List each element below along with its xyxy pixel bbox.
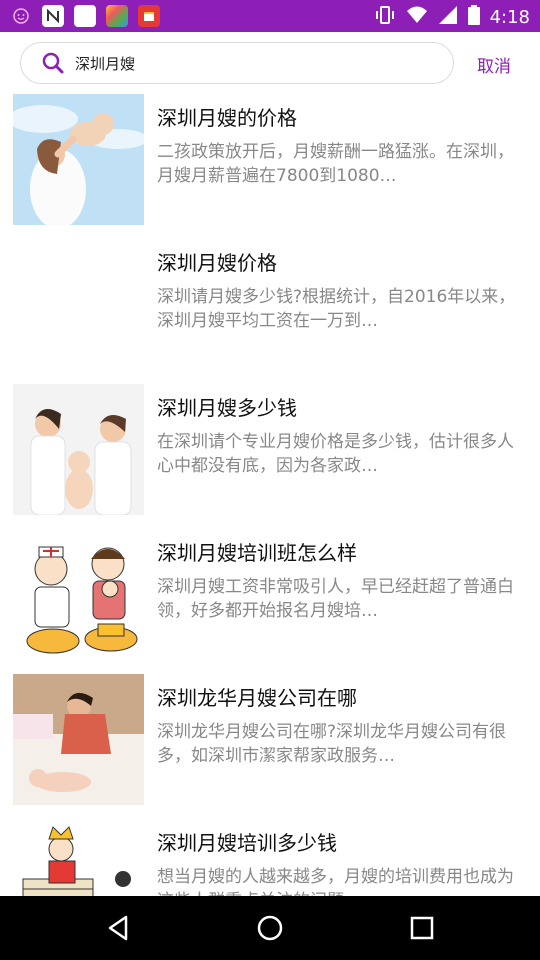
search-bar: 深圳月嫂 取消 <box>0 32 540 92</box>
result-title: 深圳月嫂的价格 <box>157 106 297 130</box>
vibrate-icon <box>374 5 396 30</box>
result-title: 深圳月嫂多少钱 <box>157 396 297 420</box>
cartoon-money-illustration <box>13 819 144 896</box>
result-desc: 二孩政策放开后，月嫂薪酬一路猛涨。在深圳，月嫂月薪普遍在7800到1080… <box>157 142 514 186</box>
status-bar: 4:18 <box>0 0 540 32</box>
app-icon <box>10 5 32 27</box>
back-icon[interactable] <box>102 912 134 944</box>
battery-icon <box>467 5 480 30</box>
signal-icon <box>438 5 458 30</box>
nanny-bed-photo <box>13 674 144 805</box>
result-desc: 想当月嫂的人越来越多，月嫂的培训费用也成为这些人群重点关注的问题… <box>157 867 514 896</box>
status-left-icons <box>10 5 160 27</box>
square-icon <box>74 5 96 27</box>
nanny-baby-photo <box>13 384 144 515</box>
cartoon-illustration <box>13 529 144 660</box>
cancel-button[interactable]: 取消 <box>477 52 511 77</box>
navigation-bar <box>0 896 540 960</box>
result-item[interactable]: 深圳月嫂培训多少钱 想当月嫂的人越来越多，月嫂的培训费用也成为这些人群重点关注的… <box>0 817 540 896</box>
result-item[interactable]: 深圳月嫂价格 深圳请月嫂多少钱?根据统计，自2016年以来，深圳月嫂平均工资在一… <box>0 237 540 382</box>
search-query[interactable]: 深圳月嫂 <box>75 53 135 74</box>
status-time: 4:18 <box>489 7 530 28</box>
result-thumb-empty <box>13 239 144 370</box>
result-title: 深圳月嫂培训多少钱 <box>157 831 337 855</box>
result-title: 深圳月嫂培训班怎么样 <box>157 541 357 565</box>
home-icon[interactable] <box>254 912 286 944</box>
status-right: 4:18 <box>374 5 530 30</box>
recents-icon[interactable] <box>406 912 438 944</box>
mother-baby-photo <box>13 94 144 225</box>
result-title: 深圳月嫂价格 <box>157 251 277 275</box>
result-desc: 深圳月嫂工资非常吸引人，早已经赶超了普通白领，好多都开始报名月嫂培… <box>157 577 514 621</box>
result-item[interactable]: 深圳龙华月嫂公司在哪 深圳龙华月嫂公司在哪?深圳龙华月嫂公司有很多，如深圳市潔家… <box>0 672 540 817</box>
search-input[interactable]: 深圳月嫂 <box>20 42 454 84</box>
result-item[interactable]: 深圳月嫂多少钱 在深圳请个专业月嫂价格是多少钱，估计很多人心中都没有底，因为各家… <box>0 382 540 527</box>
result-desc: 深圳请月嫂多少钱?根据统计，自2016年以来，深圳月嫂平均工资在一万到… <box>157 287 516 331</box>
calendar-icon <box>138 5 160 27</box>
result-desc: 在深圳请个专业月嫂价格是多少钱，估计很多人心中都没有底，因为各家政… <box>157 432 514 476</box>
result-item[interactable]: 深圳月嫂培训班怎么样 深圳月嫂工资非常吸引人，早已经赶超了普通白领，好多都开始报… <box>0 527 540 672</box>
results-list: 深圳月嫂的价格 二孩政策放开后，月嫂薪酬一路猛涨。在深圳，月嫂月薪普遍在7800… <box>0 92 540 896</box>
result-desc: 深圳龙华月嫂公司在哪?深圳龙华月嫂公司有很多，如深圳市潔家帮家政服务… <box>157 722 507 766</box>
n-icon <box>42 5 64 27</box>
search-icon <box>42 52 64 74</box>
puzzle-icon <box>106 5 128 27</box>
wifi-icon <box>406 5 428 30</box>
result-title: 深圳龙华月嫂公司在哪 <box>157 686 357 710</box>
result-item[interactable]: 深圳月嫂的价格 二孩政策放开后，月嫂薪酬一路猛涨。在深圳，月嫂月薪普遍在7800… <box>0 92 540 237</box>
